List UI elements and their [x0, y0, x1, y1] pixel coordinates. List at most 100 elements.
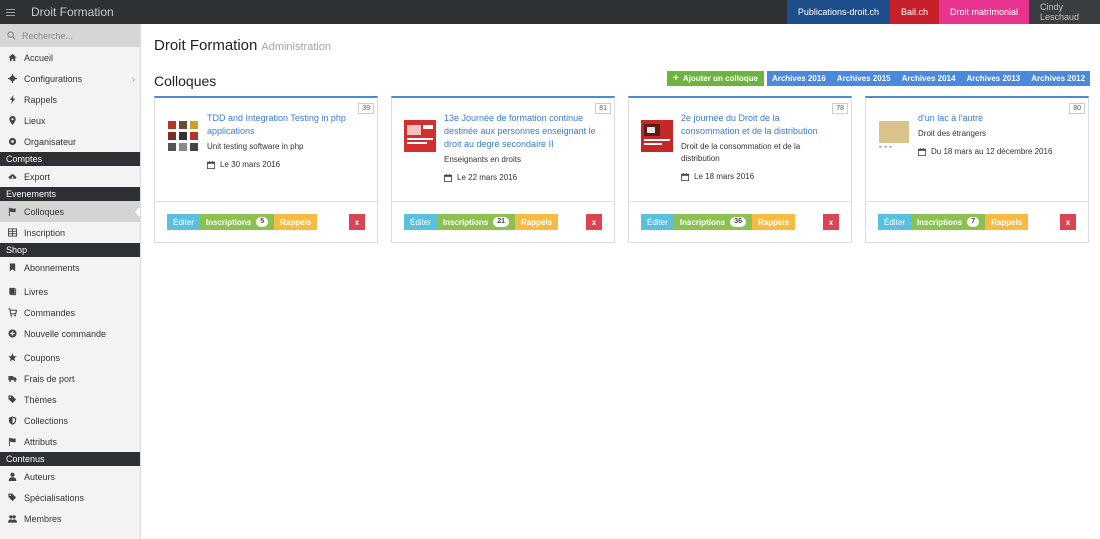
- sidebar-item-rappels[interactable]: Rappels: [0, 89, 140, 110]
- sidebar-section-contenus: Contenus: [0, 452, 140, 466]
- search-icon: [7, 31, 16, 40]
- sidebar-item-label: Nouvelle commande: [24, 328, 107, 339]
- sidebar-item-label: Collections: [24, 415, 69, 426]
- plus-icon: +: [673, 73, 679, 84]
- link-bail[interactable]: Bail.ch: [889, 0, 939, 24]
- sidebar-item-colloques[interactable]: Colloques: [0, 201, 140, 222]
- delete-button[interactable]: x: [823, 214, 839, 230]
- sidebar-item-membres[interactable]: Membres: [0, 508, 140, 529]
- flag-icon: [8, 437, 17, 446]
- menu-toggle-icon[interactable]: [6, 8, 15, 16]
- colloques-toolbar: + Ajouter un colloque Archives 2016 Arch…: [667, 71, 1091, 86]
- sidebar-item-livres[interactable]: Livres: [0, 281, 140, 302]
- colloque-title-link[interactable]: 2e journée du Droit de la consommation e…: [681, 113, 818, 136]
- sidebar-item-themes[interactable]: Thèmes: [0, 389, 140, 410]
- sidebar-item-label: Attributs: [24, 436, 58, 447]
- sidebar-item-frais-de-port[interactable]: Frais de port: [0, 368, 140, 389]
- user-icon: [8, 472, 17, 481]
- colloque-card: 78 2e journée du Droit de la consommatio…: [628, 96, 852, 243]
- sidebar-item-nouvelle-commande[interactable]: Nouvelle commande: [0, 323, 140, 344]
- sidebar-item-label: Commandes: [24, 307, 76, 318]
- colloque-card: 81 13e Journée de formation continue des…: [391, 96, 615, 243]
- colloque-id: 81: [595, 103, 611, 114]
- sidebar-item-inscription[interactable]: Inscription: [0, 222, 140, 243]
- brand[interactable]: Droit Formation: [0, 0, 141, 24]
- colloque-date-text: Le 22 mars 2016: [457, 173, 518, 182]
- inscriptions-count-badge: 7: [967, 217, 980, 227]
- sidebar-item-export[interactable]: Export: [0, 166, 140, 187]
- sidebar-item-collections[interactable]: Collections: [0, 410, 140, 431]
- colloque-title-link[interactable]: d'un lac à l'autre: [918, 113, 983, 123]
- shield-icon: [8, 416, 17, 425]
- colloque-subtitle: Droit de la consommation et de la distri…: [681, 142, 801, 163]
- sidebar-item-label: Coupons: [24, 352, 61, 363]
- colloque-title-link[interactable]: 13e Journée de formation continue destin…: [444, 113, 596, 149]
- rappels-button[interactable]: Rappels: [515, 214, 559, 230]
- edit-button[interactable]: Éditer: [404, 214, 437, 230]
- sidebar-section-comptes: Comptes: [0, 152, 140, 166]
- circle-icon: [8, 137, 17, 146]
- sidebar-item-lieux[interactable]: Lieux: [0, 110, 140, 131]
- archives-2015-button[interactable]: Archives 2015: [831, 71, 896, 86]
- sidebar-item-label: Membres: [24, 513, 62, 524]
- sidebar-item-organisateur[interactable]: Organisateur: [0, 131, 140, 152]
- sidebar-item-specialisations[interactable]: Spécialisations: [0, 487, 140, 508]
- sidebar-search[interactable]: [0, 24, 140, 47]
- sidebar-item-abonnements[interactable]: Abonnements: [0, 257, 140, 278]
- sidebar: Accueil Configurations › Rappels Lieux O…: [0, 24, 141, 539]
- rappels-button[interactable]: Rappels: [752, 214, 796, 230]
- sidebar-item-coupons[interactable]: Coupons: [0, 347, 140, 368]
- edit-button[interactable]: Éditer: [167, 214, 200, 230]
- delete-button[interactable]: x: [586, 214, 602, 230]
- colloque-date-text: Le 18 mars 2016: [694, 172, 755, 181]
- map-marker-icon: [8, 116, 17, 125]
- delete-button[interactable]: x: [349, 214, 365, 230]
- archives-2012-button[interactable]: Archives 2012: [1026, 71, 1091, 86]
- sidebar-item-label: Rappels: [24, 94, 58, 105]
- rappels-button[interactable]: Rappels: [274, 214, 318, 230]
- colloque-id: 78: [832, 103, 848, 114]
- user-menu[interactable]: Cindy Leschaud: [1029, 0, 1100, 24]
- tags-icon: [8, 395, 17, 404]
- search-input[interactable]: [22, 30, 132, 41]
- colloque-thumbnail[interactable]: [878, 120, 910, 152]
- plus-circle-icon: [8, 329, 17, 338]
- archives-2014-button[interactable]: Archives 2014: [896, 71, 961, 86]
- sidebar-item-auteurs[interactable]: Auteurs: [0, 466, 140, 487]
- add-colloque-button[interactable]: + Ajouter un colloque: [667, 71, 764, 86]
- delete-button[interactable]: x: [1060, 214, 1076, 230]
- calendar-icon: [918, 147, 926, 156]
- inscriptions-button[interactable]: Inscriptions 36: [673, 214, 753, 230]
- colloque-thumbnail[interactable]: [404, 120, 436, 152]
- sidebar-item-label: Lieux: [24, 115, 46, 126]
- inscriptions-button[interactable]: Inscriptions 21: [436, 214, 516, 230]
- link-publications-droit[interactable]: Publications-droit.ch: [786, 0, 890, 24]
- sidebar-section-shop: Shop: [0, 243, 140, 257]
- colloque-subtitle: Enseignants en droits: [444, 155, 521, 164]
- colloque-thumbnail[interactable]: [641, 120, 673, 152]
- colloque-card: 80 d'un lac à l'autre Droit des étranger…: [865, 96, 1089, 243]
- sidebar-item-accueil[interactable]: Accueil: [0, 47, 140, 68]
- sidebar-item-commandes[interactable]: Commandes: [0, 302, 140, 323]
- sidebar-item-label: Thèmes: [24, 394, 57, 405]
- inscriptions-count-badge: 5: [256, 217, 269, 227]
- archives-2016-button[interactable]: Archives 2016: [766, 71, 831, 86]
- colloque-date-text: Le 30 mars 2016: [220, 160, 281, 169]
- archives-2013-button[interactable]: Archives 2013: [961, 71, 1026, 86]
- colloque-title-link[interactable]: TDD and Integration Testing in php appli…: [207, 113, 346, 136]
- calendar-icon: [207, 160, 215, 169]
- edit-button[interactable]: Éditer: [878, 214, 911, 230]
- inscriptions-button[interactable]: Inscriptions 5: [199, 214, 275, 230]
- top-navbar: Droit Formation Publications-droit.ch Ba…: [0, 0, 1100, 24]
- cart-icon: [8, 308, 17, 317]
- sidebar-item-attributs[interactable]: Attributs: [0, 431, 140, 452]
- link-droit-matrimonial[interactable]: Droit matrimonial: [938, 0, 1029, 24]
- inscriptions-button[interactable]: Inscriptions 7: [910, 214, 986, 230]
- sidebar-item-configurations[interactable]: Configurations ›: [0, 68, 140, 89]
- edit-button[interactable]: Éditer: [641, 214, 674, 230]
- rappels-button[interactable]: Rappels: [985, 214, 1029, 230]
- colloque-thumbnail[interactable]: [167, 120, 199, 152]
- sidebar-item-label: Configurations: [24, 73, 83, 84]
- tag-icon: [8, 493, 17, 502]
- calendar-icon: [444, 173, 452, 182]
